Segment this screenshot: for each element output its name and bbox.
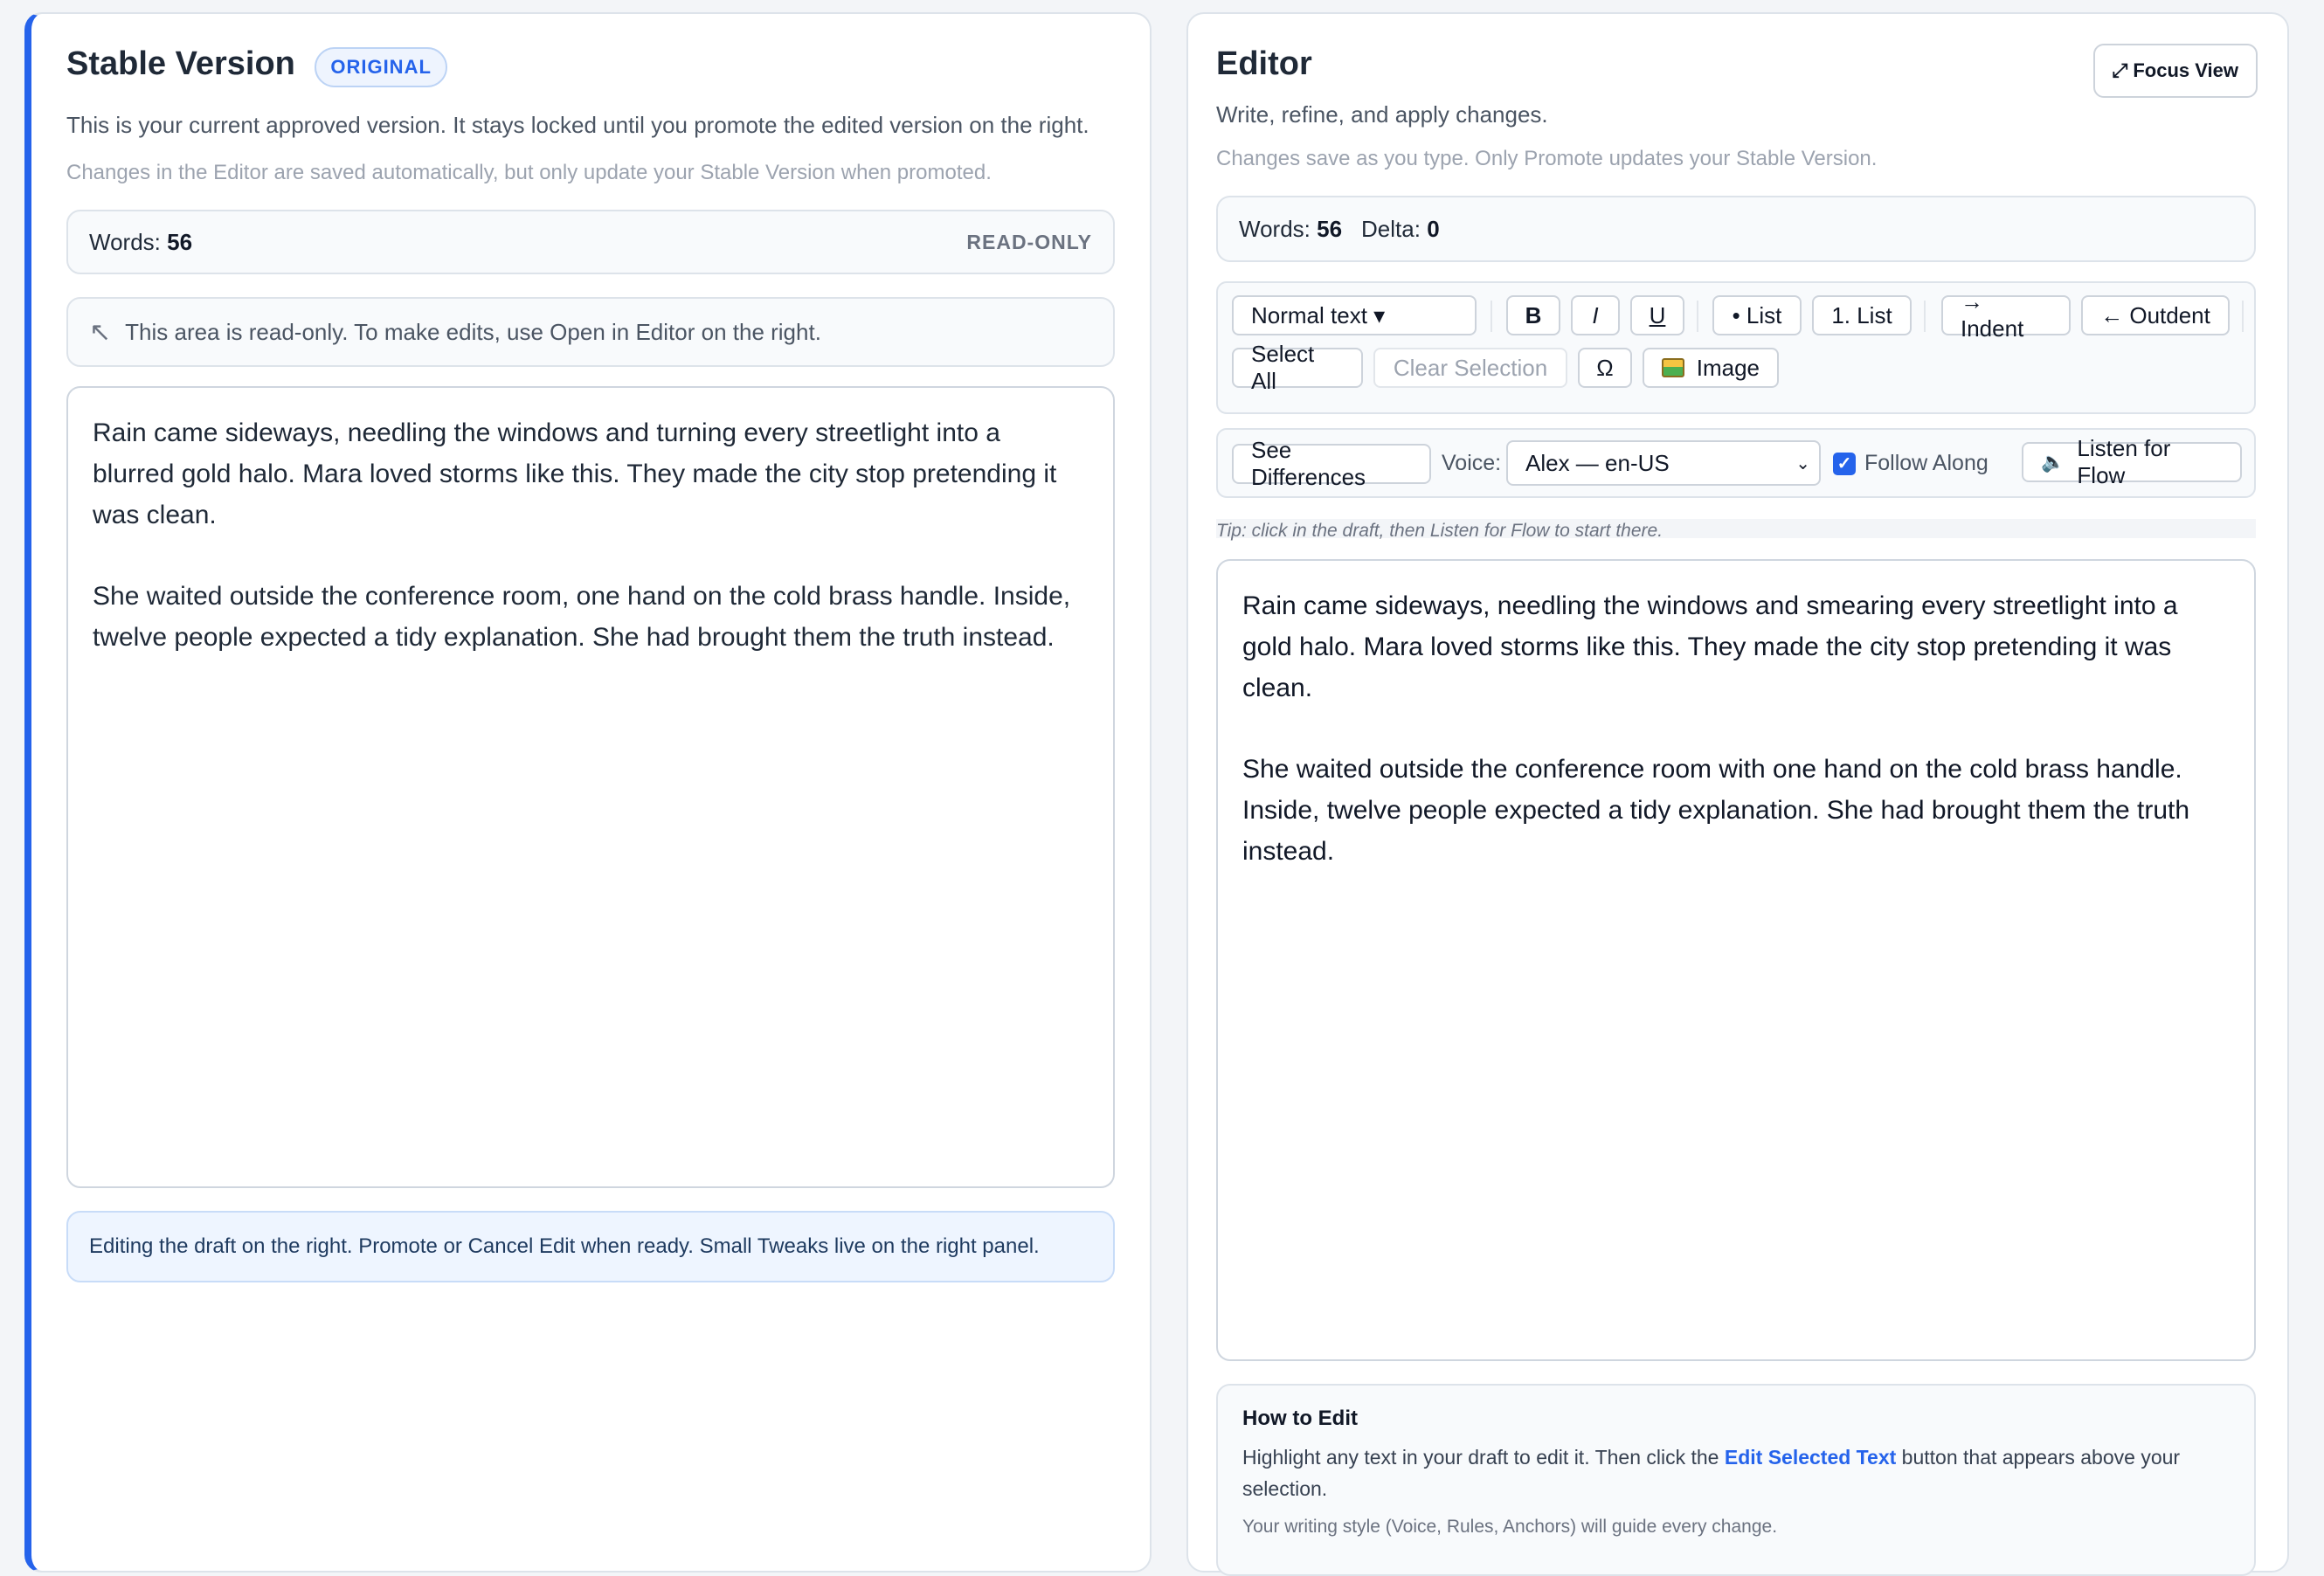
original-badge: ORIGINAL: [315, 46, 447, 87]
outdent-button[interactable]: ← Outdent: [2081, 295, 2230, 335]
numbered-list-button[interactable]: 1. List: [1812, 295, 1912, 335]
stable-text-area: Rain came sideways, needling the windows…: [66, 386, 1115, 1188]
indent-button[interactable]: → Indent: [1941, 288, 2071, 342]
stable-subdescription: Changes in the Editor are saved automati…: [66, 161, 992, 184]
insert-image-button[interactable]: Image: [1643, 348, 1779, 388]
image-icon: [1662, 358, 1684, 377]
stable-paragraph: She waited outside the conference room, …: [93, 582, 1071, 652]
speaker-icon: 🔈: [2041, 451, 2065, 473]
select-all-button[interactable]: Select All: [1232, 341, 1363, 394]
bold-button[interactable]: B: [1506, 295, 1560, 335]
focus-view-button[interactable]: ⤢ Focus View: [2092, 44, 2258, 98]
toolbar-divider: [1924, 301, 1926, 332]
voice-select[interactable]: Alex — en-US ⌄: [1506, 440, 1821, 486]
voice-label: Voice:: [1442, 451, 1502, 475]
follow-along-checkbox[interactable]: ✓: [1833, 452, 1856, 475]
listen-for-flow-button[interactable]: 🔈 Listen for Flow: [2022, 435, 2242, 488]
editor-word-count-bar: Words: 56 Delta: 0: [1216, 196, 2256, 262]
how-to-edit-box: How to Edit Highlight any text in your d…: [1216, 1384, 2256, 1576]
chevron-down-icon: ⌄: [1795, 453, 1810, 473]
italic-button[interactable]: I: [1571, 295, 1620, 335]
stable-paragraph: Rain came sideways, needling the windows…: [93, 418, 1057, 529]
follow-along-toggle[interactable]: ✓ Follow Along: [1833, 451, 1989, 476]
toolbar-divider: [1697, 301, 1698, 332]
read-only-label: READ-ONLY: [966, 230, 1092, 253]
draft-paragraph[interactable]: She waited outside the conference room w…: [1242, 749, 2230, 872]
stable-word-count-value: 56: [167, 228, 193, 255]
stable-word-count-bar: Words: 56 READ-ONLY: [66, 210, 1115, 274]
how-to-edit-title: How to Edit: [1242, 1407, 1358, 1430]
toolbar-divider: [2242, 301, 2244, 332]
stable-header: Stable Version ORIGINAL: [66, 45, 1115, 101]
editing-info-banner: Editing the draft on the right. Promote …: [66, 1211, 1115, 1282]
editor-draft-area[interactable]: Rain came sideways, needling the windows…: [1216, 559, 2256, 1361]
underline-button[interactable]: U: [1630, 295, 1684, 335]
text-style-dropdown[interactable]: Normal text ▾: [1232, 295, 1477, 335]
editor-delta-value: 0: [1427, 215, 1440, 242]
formatting-toolbar: Normal text ▾ B I U • List 1. List → Ind…: [1216, 281, 2256, 414]
editor-panel: Editor ⤢ Focus View Write, refine, and a…: [1186, 12, 2289, 1576]
special-character-button[interactable]: Ω: [1578, 348, 1632, 388]
clear-selection-button[interactable]: Clear Selection: [1373, 348, 1567, 388]
editor-subdescription: Changes save as you type. Only Promote u…: [1216, 147, 1878, 170]
review-toolbar: See Differences Voice: Alex — en-US ⌄ ✓ …: [1216, 428, 2256, 498]
stable-description: This is your current approved version. I…: [66, 112, 1089, 138]
editor-word-count-value: 56: [1317, 215, 1343, 242]
draft-paragraph[interactable]: Rain came sideways, needling the windows…: [1242, 585, 2230, 709]
toolbar-divider: [1491, 301, 1492, 332]
editor-description: Write, refine, and apply changes.: [1216, 101, 1548, 128]
read-only-notice: ↖ This area is read-only. To make edits,…: [66, 297, 1115, 367]
editor-delta: Delta: 0: [1361, 215, 1440, 242]
editor-word-count: Words: 56: [1239, 215, 1343, 242]
listen-tip: Tip: click in the draft, then Listen for…: [1216, 521, 1663, 541]
listen-for-flow-label: Listen for Flow: [2077, 435, 2171, 488]
image-button-label: Image: [1696, 354, 1760, 381]
editor-title: Editor: [1216, 45, 1312, 82]
read-only-notice-text: This area is read-only. To make edits, u…: [125, 318, 821, 345]
stable-word-count: Words: 56: [89, 228, 193, 255]
see-differences-button[interactable]: See Differences: [1232, 437, 1431, 490]
voice-select-value: Alex — en-US: [1525, 449, 1670, 476]
how-to-edit-text: Highlight any text in your draft to edit…: [1242, 1446, 2181, 1500]
stable-version-panel: Stable Version ORIGINAL This is your cur…: [24, 12, 1152, 1573]
edit-selected-text-link: Edit Selected Text: [1724, 1446, 1897, 1469]
stable-title: Stable Version: [66, 45, 295, 82]
editing-info-text: Editing the draft on the right. Promote …: [89, 1234, 1040, 1258]
bullet-list-button[interactable]: • List: [1712, 295, 1802, 335]
arrow-up-left-icon: ↖: [89, 317, 112, 347]
follow-along-label: Follow Along: [1864, 451, 1989, 475]
writing-style-note: Your writing style (Voice, Rules, Anchor…: [1242, 1517, 1778, 1537]
